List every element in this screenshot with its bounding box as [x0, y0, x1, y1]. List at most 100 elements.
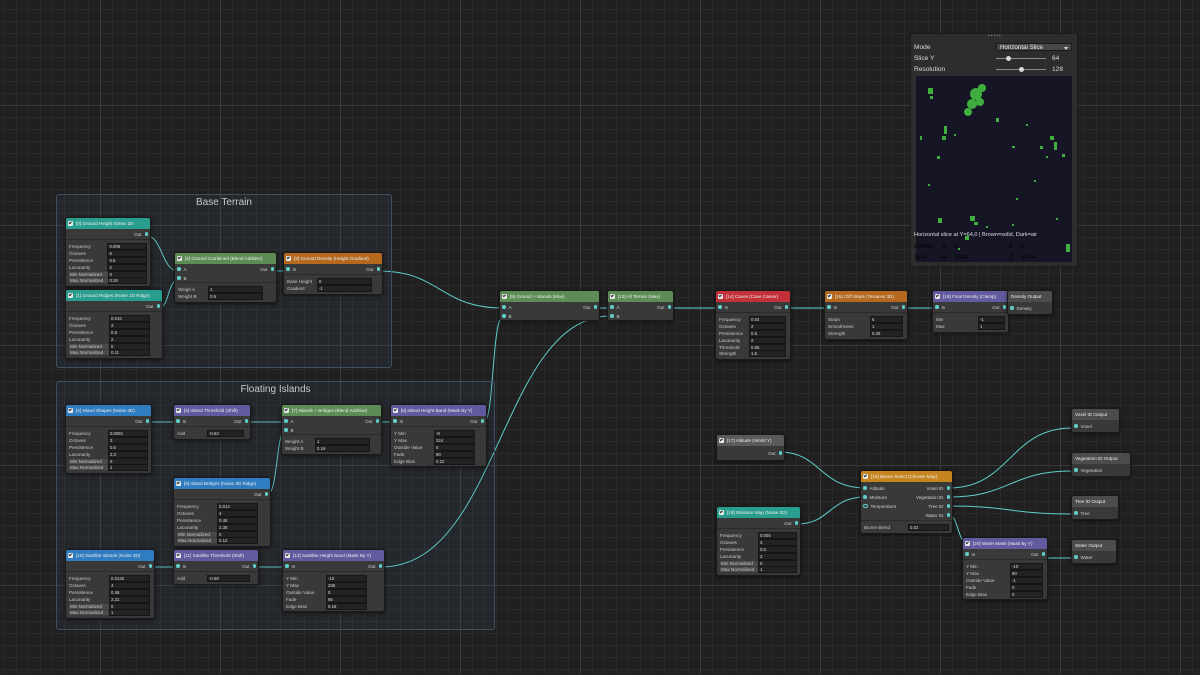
- node-header[interactable]: [12] Satellite Height Band (Mask By Y): [283, 550, 384, 561]
- node-header[interactable]: [15] Cliff Steps (Terraces 3D): [825, 291, 907, 302]
- port-out[interactable]: Out: [135, 418, 149, 424]
- node-header[interactable]: Voxel ID Output: [1072, 409, 1119, 420]
- port-out[interactable]: Out: [254, 491, 268, 497]
- enable-checkbox[interactable]: [935, 294, 940, 299]
- node-header[interactable]: [8] Island Height Band (Mask By Y): [391, 405, 486, 416]
- port-dot[interactable]: [286, 267, 290, 271]
- port-dot[interactable]: [593, 305, 597, 309]
- port-dot[interactable]: [794, 521, 798, 525]
- enable-checkbox[interactable]: [286, 256, 291, 261]
- port-in-a[interactable]: A: [284, 418, 294, 424]
- node-ground-combined[interactable]: [2] Ground Combined (Blend Additive) A B…: [174, 252, 277, 303]
- port-dot[interactable]: [176, 564, 180, 568]
- node-islands-bridges[interactable]: [7] Islands + Bridges (Blend Additive) A…: [281, 404, 382, 455]
- port-out-vegetation[interactable]: Vegetation ID: [916, 494, 950, 500]
- port-dot[interactable]: [270, 267, 274, 271]
- prop-value[interactable]: -0.69: [207, 574, 250, 582]
- port-out[interactable]: Out: [242, 563, 256, 569]
- prop-value[interactable]: 0.16: [315, 444, 370, 452]
- port-in[interactable]: In: [176, 418, 186, 424]
- port-dot[interactable]: [378, 564, 382, 568]
- port-out[interactable]: Out: [1031, 551, 1045, 557]
- port-dot[interactable]: [610, 314, 614, 318]
- node-cliff-steps[interactable]: [15] Cliff Steps (Terraces 3D) In Out St…: [824, 290, 908, 340]
- port-in-density[interactable]: Density: [1010, 305, 1032, 311]
- prop-value[interactable]: 0.16: [326, 602, 367, 610]
- node-header[interactable]: [14] Caves (Cave Carver): [716, 291, 790, 302]
- node-water-output[interactable]: Water Output Water: [1071, 539, 1117, 564]
- port-in-altitude[interactable]: Altitude: [863, 485, 885, 491]
- node-header[interactable]: [20] Water Mask (Mask By Y): [963, 538, 1047, 549]
- node-header[interactable]: [7] Islands + Bridges (Blend Additive): [282, 405, 381, 416]
- node-satellite-height-band[interactable]: [12] Satellite Height Band (Mask By Y) I…: [282, 549, 385, 613]
- port-dot[interactable]: [284, 419, 288, 423]
- port-dot[interactable]: [946, 486, 950, 490]
- node-header[interactable]: [0] Ground Height Simex 2D: [66, 218, 150, 229]
- node-header[interactable]: [4] Island Shapes (Noise 3D): [66, 405, 151, 416]
- enable-checkbox[interactable]: [719, 510, 724, 515]
- port-in-tree[interactable]: Tree: [1074, 510, 1090, 516]
- node-header[interactable]: Density Output: [1008, 291, 1052, 302]
- enable-checkbox[interactable]: [610, 294, 615, 299]
- node-island-shapes[interactable]: [4] Island Shapes (Noise 3D) Out Frequen…: [65, 404, 152, 475]
- prop-value[interactable]: 0.02: [908, 523, 949, 531]
- enable-checkbox[interactable]: [177, 256, 182, 261]
- port-in-a[interactable]: A: [502, 304, 512, 310]
- center-z-field[interactable]: 0: [1021, 243, 1025, 250]
- node-ground-height[interactable]: [0] Ground Height Simex 2D Out Frequency…: [65, 217, 151, 288]
- enable-checkbox[interactable]: [965, 541, 970, 546]
- port-dot[interactable]: [718, 305, 722, 309]
- enable-checkbox[interactable]: [285, 553, 290, 558]
- port-out-water[interactable]: Water ID: [926, 512, 950, 518]
- port-in-voxel[interactable]: Voxel: [1074, 423, 1092, 429]
- port-out[interactable]: Out: [146, 303, 160, 309]
- prop-value[interactable]: 0: [1010, 590, 1043, 598]
- node-satellite-islands[interactable]: [10] Satellite Islands (Noise 3D) Out Fr…: [65, 549, 155, 620]
- node-header[interactable]: [2] Ground Combined (Blend Additive): [175, 253, 276, 264]
- port-dot[interactable]: [156, 304, 160, 308]
- port-dot[interactable]: [252, 564, 256, 568]
- node-header[interactable]: [10] Satellite Islands (Noise 3D): [66, 550, 154, 561]
- node-caves[interactable]: [14] Caves (Cave Carver) In Out Frequenc…: [715, 290, 791, 361]
- port-in[interactable]: In: [935, 304, 945, 310]
- port-dot[interactable]: [1041, 552, 1045, 556]
- port-out[interactable]: Out: [768, 450, 782, 456]
- prop-value[interactable]: -1: [317, 284, 372, 292]
- node-altitude[interactable]: [17] Altitude (World Y) Out: [716, 434, 785, 461]
- node-water-mask[interactable]: [20] Water Mask (Mask By Y) In Out Y Min…: [962, 537, 1048, 601]
- port-dot[interactable]: [965, 552, 969, 556]
- port-in-a[interactable]: A: [177, 266, 187, 272]
- prop-value[interactable]: 1: [978, 322, 1005, 330]
- prop-value[interactable]: 1: [108, 464, 148, 472]
- node-density-output[interactable]: Density Output Density: [1007, 290, 1053, 315]
- node-header[interactable]: Tree ID Output: [1072, 496, 1118, 507]
- prop-value[interactable]: 0.22: [434, 457, 475, 465]
- size-z-field[interactable]: 1024: [1021, 254, 1036, 261]
- port-dot[interactable]: [1002, 305, 1006, 309]
- node-header[interactable]: Water Output: [1072, 540, 1116, 551]
- center-x-field[interactable]: 0: [954, 243, 1009, 250]
- node-ground-ridges[interactable]: [1] Ground Ridges (Noise 2D Ridge) Out F…: [65, 289, 163, 360]
- enable-checkbox[interactable]: [827, 294, 832, 299]
- port-dot[interactable]: [480, 419, 484, 423]
- port-out[interactable]: Out: [368, 563, 382, 569]
- port-out-tree[interactable]: Tree ID: [928, 503, 950, 509]
- node-header[interactable]: [6] Island Bridges (Noise 3D Ridge): [174, 478, 270, 489]
- prop-value[interactable]: 1.5: [749, 350, 786, 358]
- port-out[interactable]: Out: [470, 418, 484, 424]
- port-dot[interactable]: [863, 486, 867, 490]
- port-in-temperature[interactable]: Temperature: [863, 503, 896, 509]
- port-dot[interactable]: [176, 419, 180, 423]
- port-in-water[interactable]: Water: [1074, 554, 1093, 560]
- port-out-voxel[interactable]: Voxel ID: [926, 485, 950, 491]
- port-dot[interactable]: [376, 267, 380, 271]
- slider-knob[interactable]: [1018, 66, 1024, 72]
- port-out[interactable]: Out: [992, 304, 1006, 310]
- enable-checkbox[interactable]: [284, 408, 289, 413]
- port-out[interactable]: Out: [891, 304, 905, 310]
- port-dot[interactable]: [244, 419, 248, 423]
- port-in-a[interactable]: A: [610, 304, 620, 310]
- port-dot[interactable]: [784, 305, 788, 309]
- port-dot[interactable]: [827, 305, 831, 309]
- node-header[interactable]: [18] Moisture Map (Noise 2D): [717, 507, 800, 518]
